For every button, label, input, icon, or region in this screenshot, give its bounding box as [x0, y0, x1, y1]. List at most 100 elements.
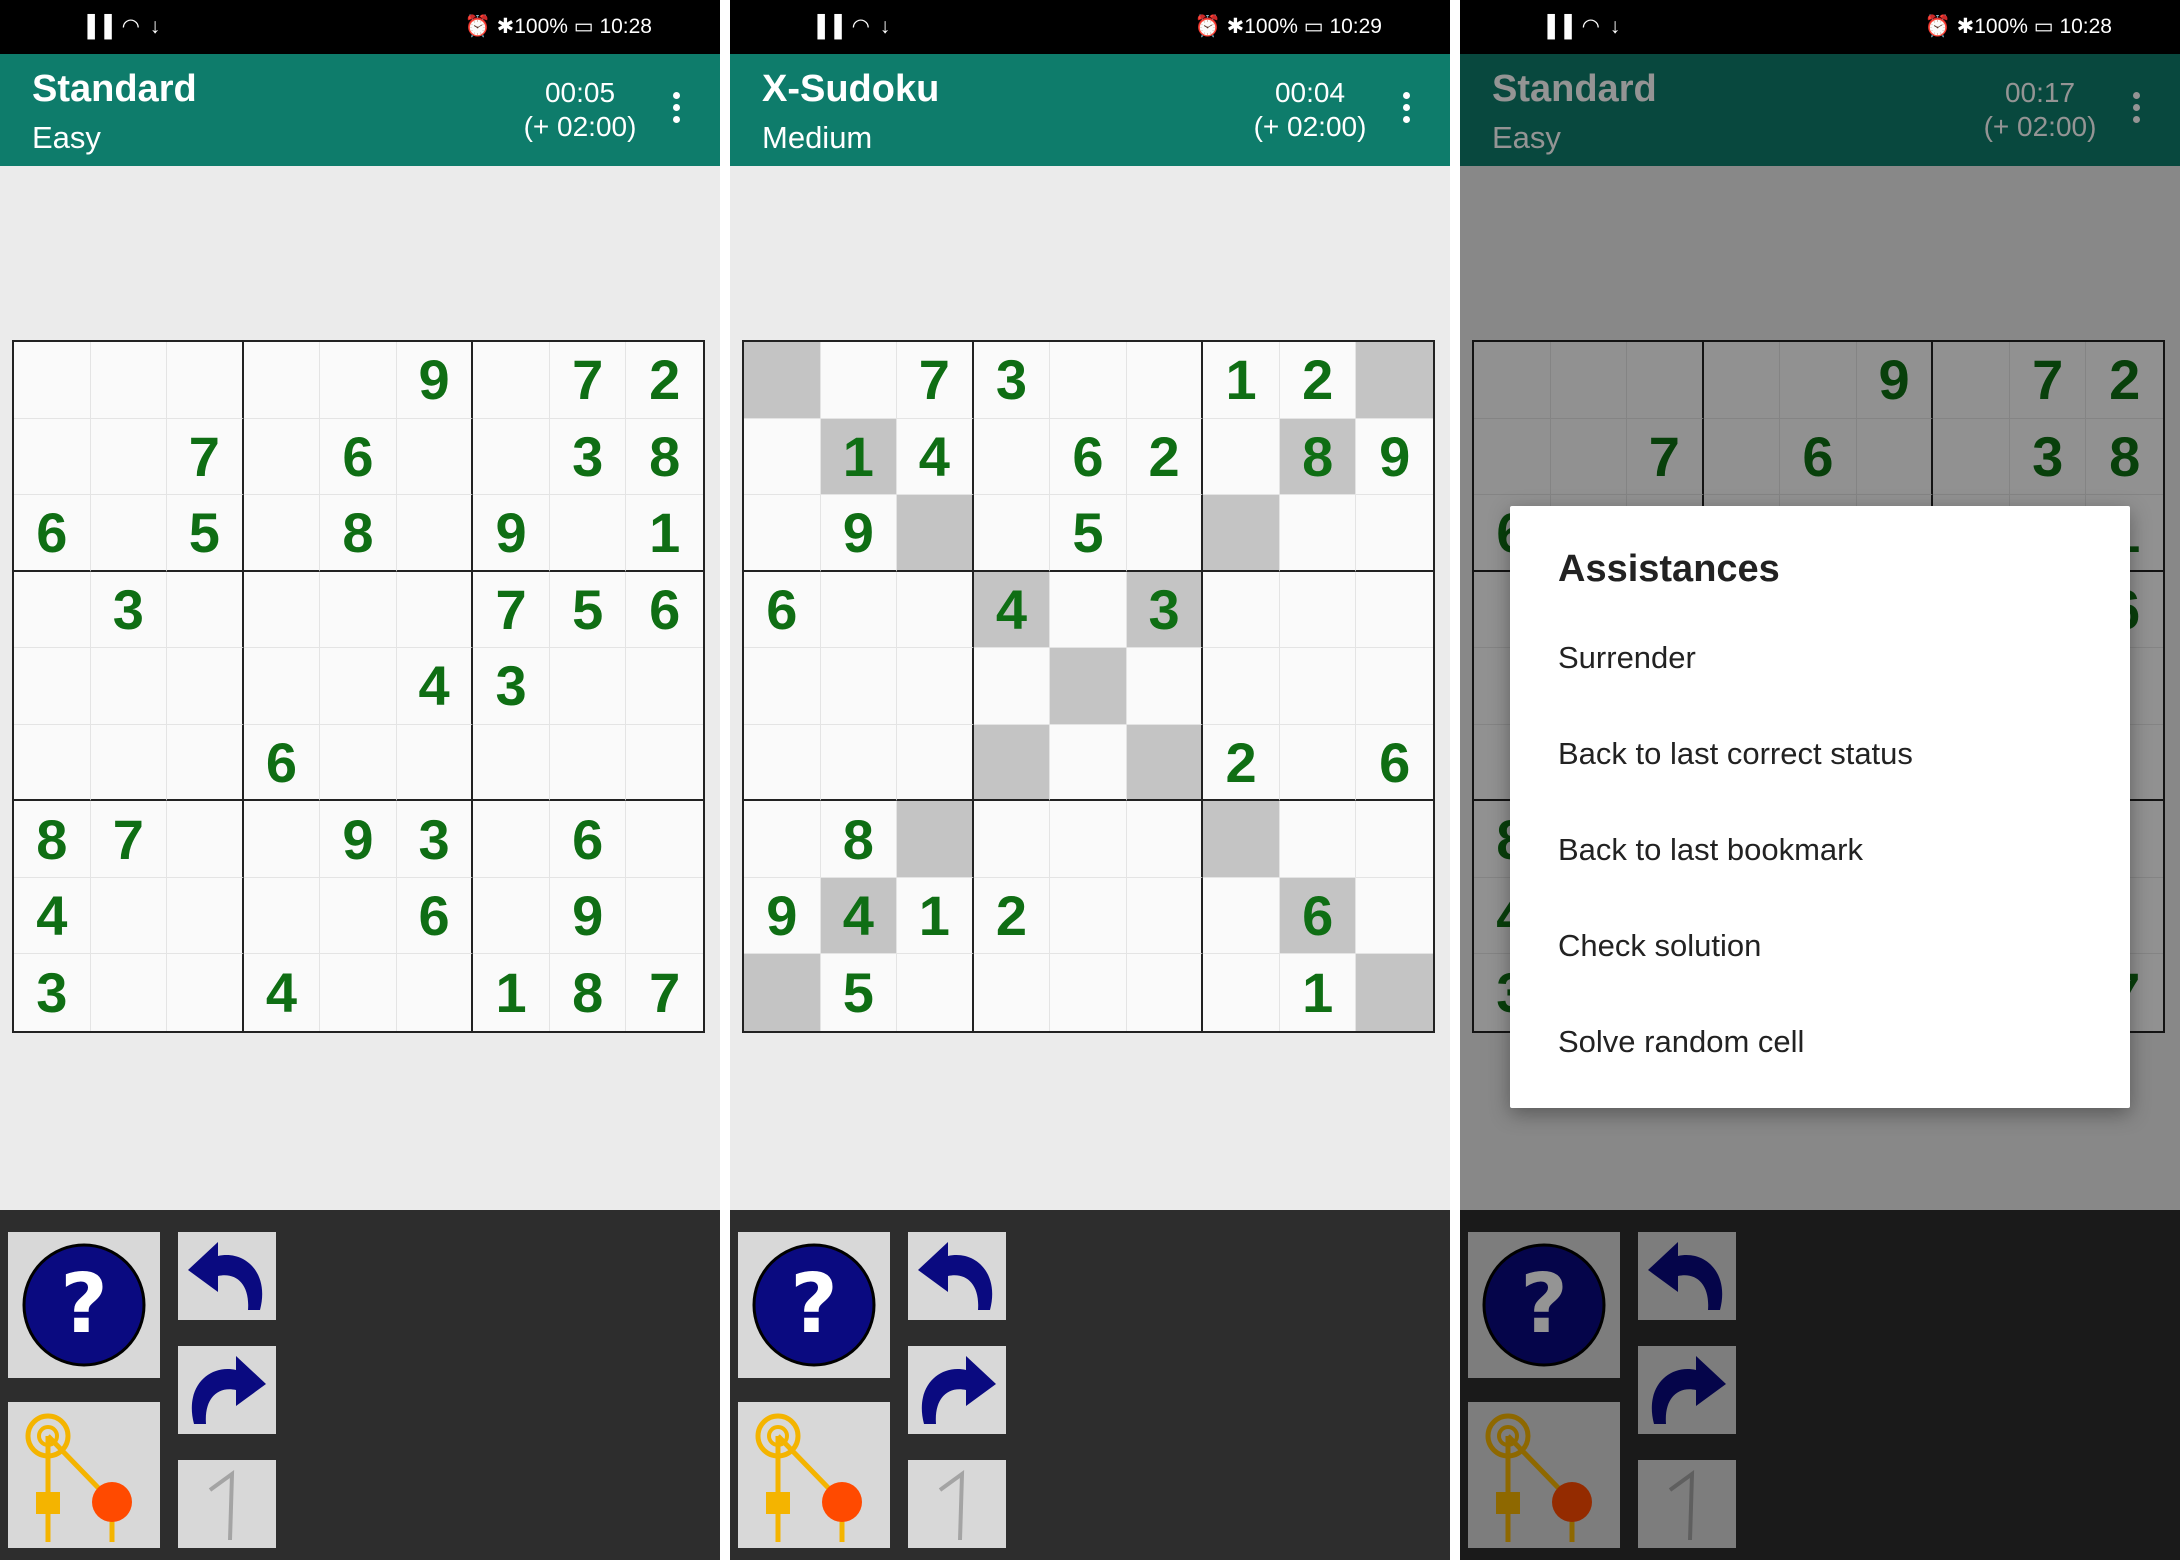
sudoku-cell[interactable]: 6 — [320, 418, 397, 496]
sudoku-cell[interactable] — [1356, 878, 1433, 955]
sudoku-cell[interactable] — [897, 648, 974, 725]
sudoku-cell[interactable]: 9 — [820, 495, 898, 572]
sudoku-cell[interactable]: 6 — [1279, 877, 1357, 955]
sudoku-cell[interactable]: 4 — [396, 648, 474, 725]
sudoku-cell[interactable] — [973, 648, 1051, 725]
sudoku-cell[interactable] — [1126, 648, 1204, 725]
help-question-icon[interactable]: ? — [738, 1232, 890, 1378]
sudoku-cell[interactable]: 6 — [626, 572, 703, 649]
sudoku-cell[interactable] — [14, 342, 91, 419]
sudoku-cell[interactable] — [473, 801, 550, 878]
sudoku-cell[interactable] — [1203, 954, 1280, 1031]
sudoku-cell[interactable]: 6 — [396, 877, 474, 955]
sudoku-cell[interactable] — [820, 724, 898, 802]
sudoku-cell[interactable]: 1 — [1280, 954, 1357, 1031]
sudoku-cell[interactable]: 5 — [821, 954, 898, 1031]
sudoku-cell[interactable] — [90, 342, 168, 419]
sudoku-cell[interactable] — [14, 571, 91, 649]
sudoku-cell[interactable] — [243, 495, 321, 572]
solution-tree-icon[interactable] — [738, 1402, 890, 1548]
sudoku-cell[interactable]: 6 — [744, 571, 821, 649]
sudoku-cell[interactable]: 7 — [167, 418, 244, 496]
sudoku-cell[interactable] — [1126, 495, 1204, 572]
sudoku-cell[interactable] — [320, 571, 397, 649]
sudoku-cell[interactable] — [167, 342, 244, 419]
redo-arrow-icon[interactable] — [178, 1346, 276, 1434]
sudoku-cell[interactable] — [549, 648, 627, 725]
sudoku-cell[interactable]: 5 — [549, 571, 627, 649]
sudoku-cell[interactable]: 1 — [820, 418, 898, 496]
help-question-icon[interactable]: ? — [8, 1232, 160, 1378]
sudoku-cell[interactable] — [90, 495, 168, 572]
sudoku-cell[interactable] — [897, 724, 974, 802]
sudoku-cell[interactable]: 8 — [626, 419, 703, 496]
sudoku-cell[interactable]: 5 — [1050, 495, 1127, 572]
sudoku-cell[interactable] — [1126, 724, 1204, 802]
menu-item-back-to-last-bookmark[interactable]: Back to last bookmark — [1558, 832, 1863, 868]
sudoku-cell[interactable] — [1127, 954, 1204, 1031]
sudoku-cell[interactable]: 3 — [1126, 571, 1204, 649]
sudoku-cell[interactable]: 7 — [473, 571, 550, 649]
sudoku-cell[interactable]: 6 — [243, 724, 321, 802]
sudoku-cell[interactable]: 8 — [550, 954, 627, 1031]
sudoku-cell[interactable] — [167, 877, 244, 955]
sudoku-cell[interactable] — [397, 954, 474, 1031]
sudoku-cell[interactable] — [1203, 877, 1280, 955]
sudoku-cell[interactable]: 8 — [820, 801, 898, 878]
sudoku-cell[interactable]: 7 — [897, 342, 974, 419]
sudoku-cell[interactable] — [320, 877, 397, 955]
overflow-menu-icon[interactable] — [666, 92, 686, 132]
sudoku-cell[interactable] — [243, 877, 321, 955]
menu-item-surrender[interactable]: Surrender — [1558, 640, 1696, 676]
sudoku-cell[interactable]: 6 — [1050, 418, 1127, 496]
digit-one-icon[interactable] — [908, 1460, 1006, 1548]
sudoku-cell[interactable] — [820, 342, 898, 419]
sudoku-cell[interactable]: 3 — [90, 571, 168, 649]
sudoku-cell[interactable]: 4 — [244, 954, 321, 1031]
sudoku-cell[interactable]: 4 — [973, 571, 1051, 649]
sudoku-cell[interactable] — [243, 648, 321, 725]
sudoku-cell[interactable]: 3 — [473, 648, 550, 725]
sudoku-cell[interactable] — [820, 648, 898, 725]
sudoku-cell[interactable] — [549, 495, 627, 572]
sudoku-cell[interactable]: 7 — [549, 342, 627, 419]
sudoku-cell[interactable] — [1356, 648, 1433, 725]
sudoku-cell[interactable] — [1279, 724, 1357, 802]
solution-tree-icon[interactable] — [8, 1402, 160, 1548]
sudoku-cell[interactable] — [973, 724, 1051, 802]
sudoku-cell[interactable] — [897, 954, 974, 1031]
sudoku-cell[interactable] — [744, 495, 821, 572]
sudoku-cell[interactable] — [243, 801, 321, 878]
sudoku-cell[interactable] — [1050, 724, 1127, 802]
sudoku-cell[interactable] — [1050, 648, 1127, 725]
sudoku-cell[interactable] — [626, 725, 703, 802]
sudoku-cell[interactable] — [1050, 571, 1127, 649]
sudoku-cell[interactable] — [1356, 495, 1433, 572]
sudoku-cell[interactable] — [90, 418, 168, 496]
sudoku-cell[interactable] — [1126, 801, 1204, 878]
sudoku-cell[interactable]: 3 — [396, 801, 474, 878]
sudoku-cell[interactable]: 6 — [14, 495, 91, 572]
sudoku-cell[interactable] — [1279, 648, 1357, 725]
sudoku-cell[interactable]: 9 — [744, 877, 821, 955]
menu-item-back-to-last-correct-status[interactable]: Back to last correct status — [1558, 736, 1913, 772]
sudoku-cell[interactable] — [897, 495, 974, 572]
sudoku-cell[interactable] — [243, 571, 321, 649]
sudoku-cell[interactable] — [167, 648, 244, 725]
sudoku-cell[interactable] — [744, 724, 821, 802]
sudoku-cell[interactable] — [473, 418, 550, 496]
sudoku-cell[interactable] — [14, 418, 91, 496]
sudoku-cell[interactable]: 8 — [14, 801, 91, 878]
sudoku-cell[interactable] — [243, 418, 321, 496]
sudoku-cell[interactable] — [1203, 801, 1280, 878]
sudoku-cell[interactable] — [167, 571, 244, 649]
sudoku-cell[interactable] — [1126, 342, 1204, 419]
sudoku-cell[interactable] — [974, 954, 1051, 1031]
sudoku-cell[interactable]: 7 — [90, 801, 168, 878]
sudoku-cell[interactable] — [320, 342, 397, 419]
sudoku-cell[interactable]: 3 — [14, 954, 91, 1031]
undo-arrow-icon[interactable] — [178, 1232, 276, 1320]
sudoku-cell[interactable]: 2 — [1126, 418, 1204, 496]
sudoku-cell[interactable]: 1 — [1203, 342, 1280, 419]
digit-one-icon[interactable] — [178, 1460, 276, 1548]
